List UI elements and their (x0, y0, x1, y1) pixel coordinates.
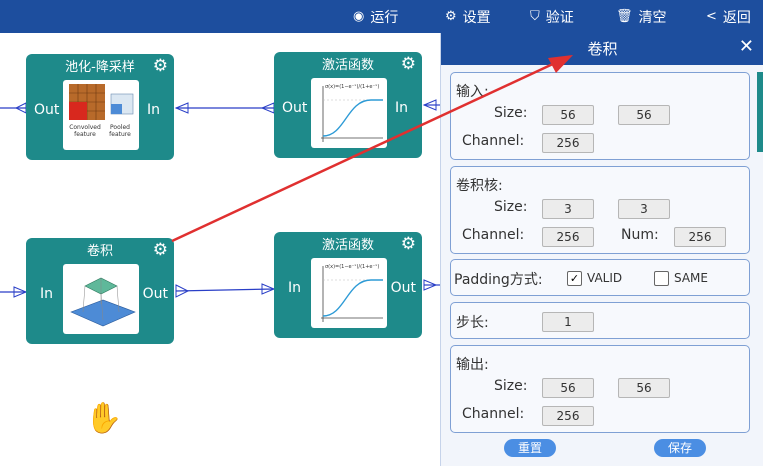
sigmoid-illustration: σ(x)=(1−e⁻ˣ)/(1+e⁻ˣ) (321, 84, 383, 142)
properties-panel: 卷积 ✕ 输入: Size: 56 56 Channel: 256 卷积核: S… (440, 33, 763, 466)
node-activation-2[interactable]: 激活函数 ⚙ In Out σ(x)=(1−e⁻ˣ)/(1+e⁻ˣ) (274, 232, 422, 338)
node-activation-1[interactable]: 激活函数 ⚙ Out In σ(x)=(1−e⁻ˣ)/(1+e⁻ˣ) (274, 52, 422, 158)
pooling-illustration (69, 84, 134, 120)
settings-button[interactable]: ⚙ 设置 (445, 0, 491, 33)
output-channel-field: 256 (542, 406, 594, 426)
kernel-heading: 卷积核: (456, 178, 503, 194)
input-size-width-field[interactable]: 56 (542, 105, 594, 125)
caption-convolved: Convolved feature (69, 124, 101, 138)
kernel-channel-label: Channel: (462, 227, 525, 243)
output-size-label: Size: (494, 378, 528, 394)
node-port-in[interactable]: In (395, 100, 408, 116)
gear-icon[interactable]: ⚙ (401, 54, 416, 74)
sigmoid-illustration: σ(x)=(1−e⁻ˣ)/(1+e⁻ˣ) (321, 264, 383, 322)
node-port-in[interactable]: In (40, 286, 53, 302)
panel-title: 卷积 (587, 40, 618, 58)
node-convolution[interactable]: 卷积 ⚙ In Out (26, 238, 174, 344)
input-group: 输入: Size: 56 56 Channel: 256 (450, 72, 750, 160)
panel-header: 卷积 ✕ (441, 33, 763, 65)
run-button[interactable]: ◉ 运行 (353, 0, 398, 33)
input-size-label: Size: (494, 105, 528, 121)
side-node-edge (757, 72, 763, 152)
input-channel-field[interactable]: 256 (542, 133, 594, 153)
convolution-illustration (70, 277, 136, 327)
play-circle-icon: ◉ (353, 9, 365, 24)
shield-check-icon: ⛉ (530, 9, 540, 24)
kernel-size-height-field[interactable]: 3 (618, 199, 670, 219)
node-port-out[interactable]: Out (143, 286, 168, 302)
padding-valid-checkbox[interactable]: ✓ (567, 271, 582, 286)
output-size-height-field: 56 (618, 378, 670, 398)
pooling-diagram-image: Convolved feature Pooled feature (63, 80, 139, 150)
verify-button[interactable]: ⛉ 验证 (530, 0, 574, 33)
svg-text:σ(x)=(1−e⁻ˣ)/(1+e⁻ˣ): σ(x)=(1−e⁻ˣ)/(1+e⁻ˣ) (325, 84, 379, 90)
close-icon[interactable]: ✕ (739, 36, 754, 57)
clear-label: 清空 (638, 9, 667, 26)
node-port-in[interactable]: In (147, 102, 160, 118)
trash-icon: 🗑 (616, 9, 633, 24)
output-group: 输出: Size: 56 56 Channel: 256 (450, 345, 750, 433)
padding-same-checkbox[interactable] (654, 271, 669, 286)
kernel-size-label: Size: (494, 199, 528, 215)
output-channel-label: Channel: (462, 406, 525, 422)
convolution-diagram-image (63, 264, 139, 334)
node-port-in[interactable]: In (288, 280, 301, 296)
hand-cursor-icon: ✋ (85, 401, 123, 436)
kernel-num-field[interactable]: 256 (674, 227, 726, 247)
gear-icon[interactable]: ⚙ (153, 240, 168, 260)
kernel-group: 卷积核: Size: 3 3 Channel: 256 Num: 256 (450, 166, 750, 254)
toolbar: ◉ 运行 ⚙ 设置 ⛉ 验证 🗑 清空 < 返回 (0, 0, 763, 33)
node-port-out[interactable]: Out (391, 280, 416, 296)
input-heading: 输入: (456, 84, 489, 100)
edge-line (175, 288, 275, 292)
flow-canvas[interactable]: 池化-降采样 ⚙ Out In Convolved feature Pooled… (0, 33, 440, 466)
padding-valid-label: VALID (587, 271, 623, 285)
stride-field[interactable]: 1 (542, 312, 594, 332)
chevron-left-icon: < (706, 9, 717, 24)
output-size-width-field: 56 (542, 378, 594, 398)
padding-group: Padding方式: ✓ VALID SAME (450, 259, 750, 296)
back-button[interactable]: < 返回 (706, 0, 751, 33)
run-label: 运行 (370, 9, 399, 26)
padding-label: Padding方式: (454, 272, 543, 288)
gear-icon[interactable]: ⚙ (153, 56, 168, 76)
save-button[interactable]: 保存 (654, 439, 706, 457)
input-size-height-field[interactable]: 56 (618, 105, 670, 125)
settings-label: 设置 (462, 9, 491, 26)
node-pooling[interactable]: 池化-降采样 ⚙ Out In Convolved feature Pooled… (26, 54, 174, 160)
stride-label: 步长: (456, 315, 489, 331)
kernel-channel-field[interactable]: 256 (542, 227, 594, 247)
svg-text:σ(x)=(1−e⁻ˣ)/(1+e⁻ˣ): σ(x)=(1−e⁻ˣ)/(1+e⁻ˣ) (325, 264, 379, 270)
verify-label: 验证 (545, 9, 574, 26)
back-label: 返回 (722, 9, 751, 26)
stride-group: 步长: 1 (450, 302, 750, 339)
node-port-out[interactable]: Out (282, 100, 307, 116)
sigmoid-graph-image: σ(x)=(1−e⁻ˣ)/(1+e⁻ˣ) (311, 78, 387, 148)
reset-button[interactable]: 重置 (504, 439, 556, 457)
node-port-out[interactable]: Out (34, 102, 59, 118)
gear-icon: ⚙ (445, 9, 457, 24)
caption-pooled: Pooled feature (109, 124, 131, 138)
sigmoid-graph-image: σ(x)=(1−e⁻ˣ)/(1+e⁻ˣ) (311, 258, 387, 328)
output-heading: 输出: (456, 357, 489, 373)
kernel-num-label: Num: (621, 227, 659, 243)
clear-button[interactable]: 🗑 清空 (616, 0, 667, 33)
padding-same-label: SAME (674, 271, 708, 285)
gear-icon[interactable]: ⚙ (401, 234, 416, 254)
input-channel-label: Channel: (462, 133, 525, 149)
kernel-size-width-field[interactable]: 3 (542, 199, 594, 219)
